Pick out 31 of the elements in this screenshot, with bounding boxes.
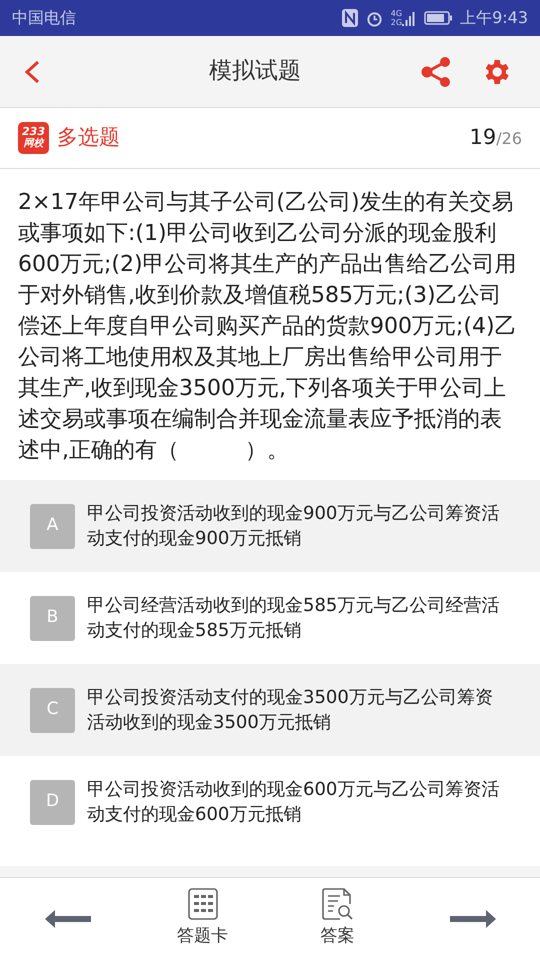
option-letter: A	[30, 504, 75, 548]
app-logo: 233 网校	[18, 122, 49, 154]
question-counter: 19/26	[470, 124, 522, 152]
carrier-name: 中国电信	[12, 7, 76, 29]
document-search-icon	[322, 888, 354, 920]
option-text: 甲公司投资活动收到的现金900万元与乙公司筹资活动支付的现金900万元抵销	[87, 502, 500, 551]
share-icon	[420, 56, 452, 86]
nfc-icon	[342, 9, 358, 27]
clock-time: 上午9:43	[460, 7, 528, 29]
option-text: 甲公司经营活动收到的现金585万元与乙公司经营活动支付的现金585万元抵销	[87, 594, 500, 643]
answer-card-button[interactable]: 答题卡	[135, 878, 270, 960]
option-letter: D	[30, 780, 75, 824]
page-title: 模拟试题	[209, 57, 301, 86]
option-letter: B	[30, 596, 75, 640]
right-arrow-icon	[450, 910, 496, 928]
option-letter: C	[30, 688, 75, 732]
option-text: 甲公司投资活动支付的现金3500万元与乙公司筹资活动收到的现金3500万元抵销	[87, 686, 494, 735]
alarm-icon	[366, 10, 383, 26]
network-label: 4G	[390, 9, 402, 18]
back-chevron-icon	[24, 60, 40, 84]
question-type: 多选题	[57, 124, 120, 152]
battery-icon	[424, 11, 452, 25]
left-arrow-icon	[44, 910, 90, 928]
option-text: 甲公司投资活动收到的现金600万元与乙公司筹资活动支付的现金600万元抵销	[87, 778, 500, 827]
answer-option[interactable]: A 甲公司投资活动收到的现金900万元与乙公司筹资活动支付的现金900万元抵销	[0, 480, 540, 572]
network-label: 2G	[390, 18, 402, 27]
answer-option[interactable]: C 甲公司投资活动支付的现金3500万元与乙公司筹资活动收到的现金3500万元抵销	[0, 664, 540, 756]
question-text: 2×17年甲公司与其子公司(乙公司)发生的有关交易或事项如下:(1)甲公司收到乙公司分派的现金股利600万元;(2)甲公司将其生产的产品出售给乙公司用于对外销售,收到价款及增值税585万元;(3)乙公司偿还上年度自甲公司购买产品的货款900万元;(4)乙公司将工地使用权及其地上厂房出售给甲公司用于其生产,收到现金3500万元,下列各项关于甲公司上述交易或事项在编制合并现金流量表应予抵消的表述中,正确的有（ ）。	[17, 189, 518, 465]
answer-button[interactable]: 答案	[270, 878, 405, 960]
grid-icon	[188, 888, 218, 920]
signal-icon	[402, 10, 416, 26]
